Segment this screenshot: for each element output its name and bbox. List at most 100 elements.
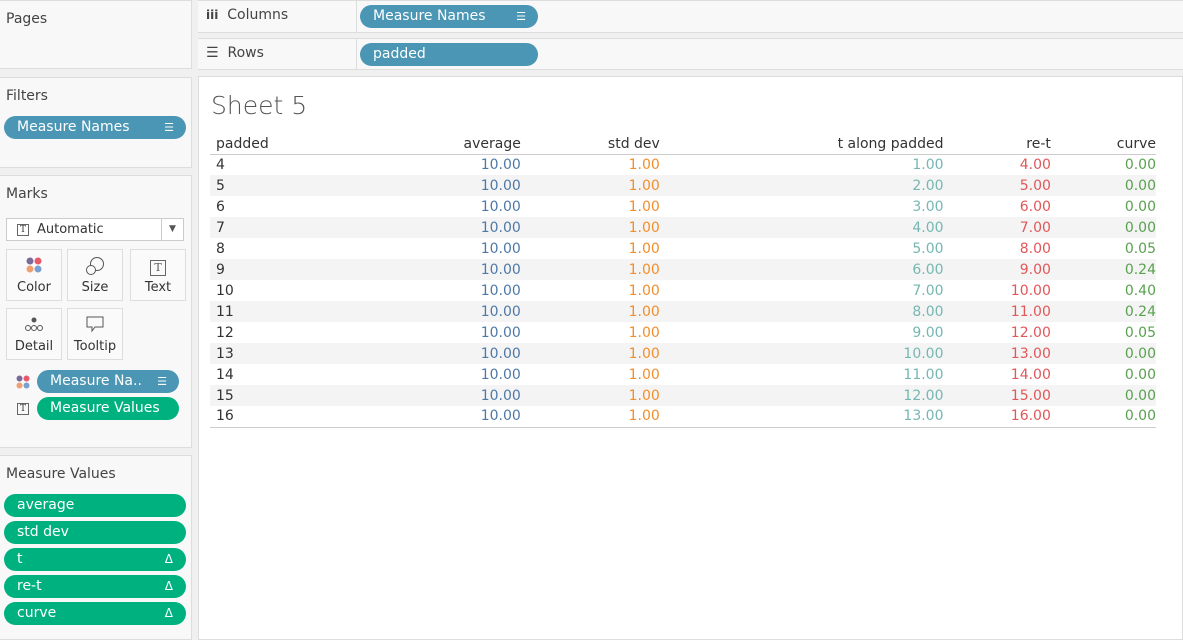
value-cell: 0.24 (1050, 259, 1156, 280)
delta-icon: Δ (164, 579, 173, 593)
column-header[interactable]: t along padded (659, 134, 944, 155)
value-cell: 0.00 (1124, 366, 1156, 383)
measure-pill-curve[interactable]: curve Δ (4, 602, 186, 625)
column-header[interactable]: average (367, 134, 521, 155)
value-cell: 15.00 (943, 385, 1051, 406)
pill-label: average (17, 497, 75, 513)
color-button[interactable]: Color (6, 249, 62, 301)
detail-icon (7, 315, 61, 339)
value-cell: 7.00 (912, 282, 944, 299)
pill-label: Measure Names (17, 119, 130, 135)
table-row: 12 10.00 1.00 9.00 12.00 0.05 (210, 322, 1156, 343)
row-header-cell: 9 (210, 259, 368, 280)
sort-icon: ☰ (516, 10, 526, 23)
value-cell: 6.00 (1019, 198, 1051, 215)
column-header[interactable]: padded (210, 134, 368, 155)
value-cell: 8.00 (1019, 240, 1051, 257)
measure-pill-re-t[interactable]: re-t Δ (4, 575, 186, 598)
value-cell: 0.00 (1124, 156, 1156, 173)
shelf-divider (356, 39, 357, 69)
value-cell: 12.00 (1010, 324, 1051, 341)
value-cell: 16.00 (943, 406, 1051, 428)
marks-pill-measure-values[interactable]: Measure Values (37, 397, 179, 420)
value-cell: 0.05 (1124, 240, 1156, 257)
measure-pill-t[interactable]: tΔ (4, 548, 186, 571)
row-header-cell: 14 (216, 366, 234, 383)
value-cell: 6.00 (659, 259, 944, 280)
row-header-cell: 4 (216, 156, 225, 173)
value-cell: 1.00 (628, 156, 660, 173)
value-cell: 10.00 (367, 406, 521, 428)
value-cell: 1.00 (520, 217, 660, 238)
value-cell: 9.00 (943, 259, 1051, 280)
value-cell: 1.00 (628, 240, 660, 257)
column-header[interactable]: std dev (520, 134, 660, 155)
table-row: 15 10.00 1.00 12.00 15.00 0.00 (210, 385, 1156, 406)
tooltip-label: Tooltip (73, 339, 117, 354)
color-icon (16, 375, 30, 393)
mark-type-dropdown[interactable]: T Automatic ▼ (6, 218, 184, 241)
color-icon (7, 256, 61, 280)
row-header-cell: 13 (210, 343, 368, 364)
text-label: Text (144, 280, 172, 295)
marks-pill-measure-names[interactable]: Measure Na.. ☰ (37, 370, 179, 393)
columns-shelf[interactable]: iii Columns Measure Names ☰ (198, 0, 1183, 33)
value-cell: 10.00 (367, 217, 521, 238)
sheet-view: Sheet 5 padded average std dev t along padd… (198, 76, 1183, 640)
detail-button[interactable]: Detail (6, 308, 62, 360)
value-cell: 1.00 (628, 324, 660, 341)
row-header-cell: 16 (210, 406, 368, 428)
row-header-cell: 6 (216, 198, 225, 215)
color-label: Color (17, 280, 51, 295)
filter-pill-measure-names[interactable]: Measure Names ☰ (4, 116, 186, 139)
size-button[interactable]: Size (67, 249, 123, 301)
row-header-cell: 12 (216, 324, 234, 341)
columns-pill-measure-names[interactable]: Measure Names ☰ (360, 5, 538, 28)
column-header[interactable]: curve (1050, 134, 1156, 155)
shelf-divider (356, 1, 357, 32)
measure-pill-std-dev[interactable]: std dev (4, 521, 186, 544)
rows-shelf[interactable]: ☰ Rows padded (198, 38, 1183, 70)
row-header-cell: 11 (210, 301, 368, 322)
pill-label: Measure Na.. (50, 373, 142, 389)
value-cell: 0.00 (1050, 385, 1156, 406)
value-cell: 10.00 (367, 301, 521, 322)
tooltip-button[interactable]: Tooltip (67, 308, 123, 360)
filters-title: Filters (6, 88, 48, 104)
value-cell: 0.00 (1124, 198, 1156, 215)
crosstab: padded average std dev t along padded re-t cu… (210, 134, 1156, 428)
column-header[interactable]: re-t (943, 134, 1051, 155)
value-cell: 10.00 (480, 198, 521, 215)
value-cell: 0.00 (1050, 406, 1156, 428)
table-row: 4 10.00 1.00 1.00 4.00 0.00 (210, 154, 1156, 175)
value-cell: 5.00 (943, 175, 1051, 196)
sort-icon: ☰ (157, 375, 167, 388)
pages-card: Pages (0, 0, 192, 69)
value-cell: 3.00 (912, 198, 944, 215)
columns-text: Columns (227, 7, 289, 23)
value-cell: 1.00 (628, 282, 660, 299)
text-icon: T (131, 256, 185, 280)
value-cell: 10.00 (367, 385, 521, 406)
measure-pill-average[interactable]: average (4, 494, 186, 517)
value-cell: 13.00 (659, 406, 944, 428)
value-cell: 1.00 (520, 259, 660, 280)
rows-pill-padded[interactable]: padded (360, 43, 538, 66)
rows-label: ☰ Rows (206, 45, 264, 61)
value-cell: 1.00 (520, 175, 660, 196)
value-cell: 10.00 (367, 259, 521, 280)
size-icon (68, 256, 122, 280)
text-button[interactable]: T Text (130, 249, 186, 301)
row-header-cell: 5 (210, 175, 368, 196)
value-cell: 14.00 (1010, 366, 1051, 383)
table-row: 14 10.00 1.00 11.00 14.00 0.00 (210, 364, 1156, 385)
rows-icon: ☰ (206, 45, 219, 61)
value-cell: 11.00 (943, 301, 1051, 322)
value-cell: 7.00 (943, 217, 1051, 238)
value-cell: 0.24 (1050, 301, 1156, 322)
columns-icon: iii (206, 8, 219, 22)
text-mark-icon: T (17, 224, 29, 236)
filters-card: Filters Measure Names ☰ (0, 77, 192, 168)
value-cell: 0.00 (1050, 175, 1156, 196)
pill-label: Measure Values (50, 400, 160, 416)
